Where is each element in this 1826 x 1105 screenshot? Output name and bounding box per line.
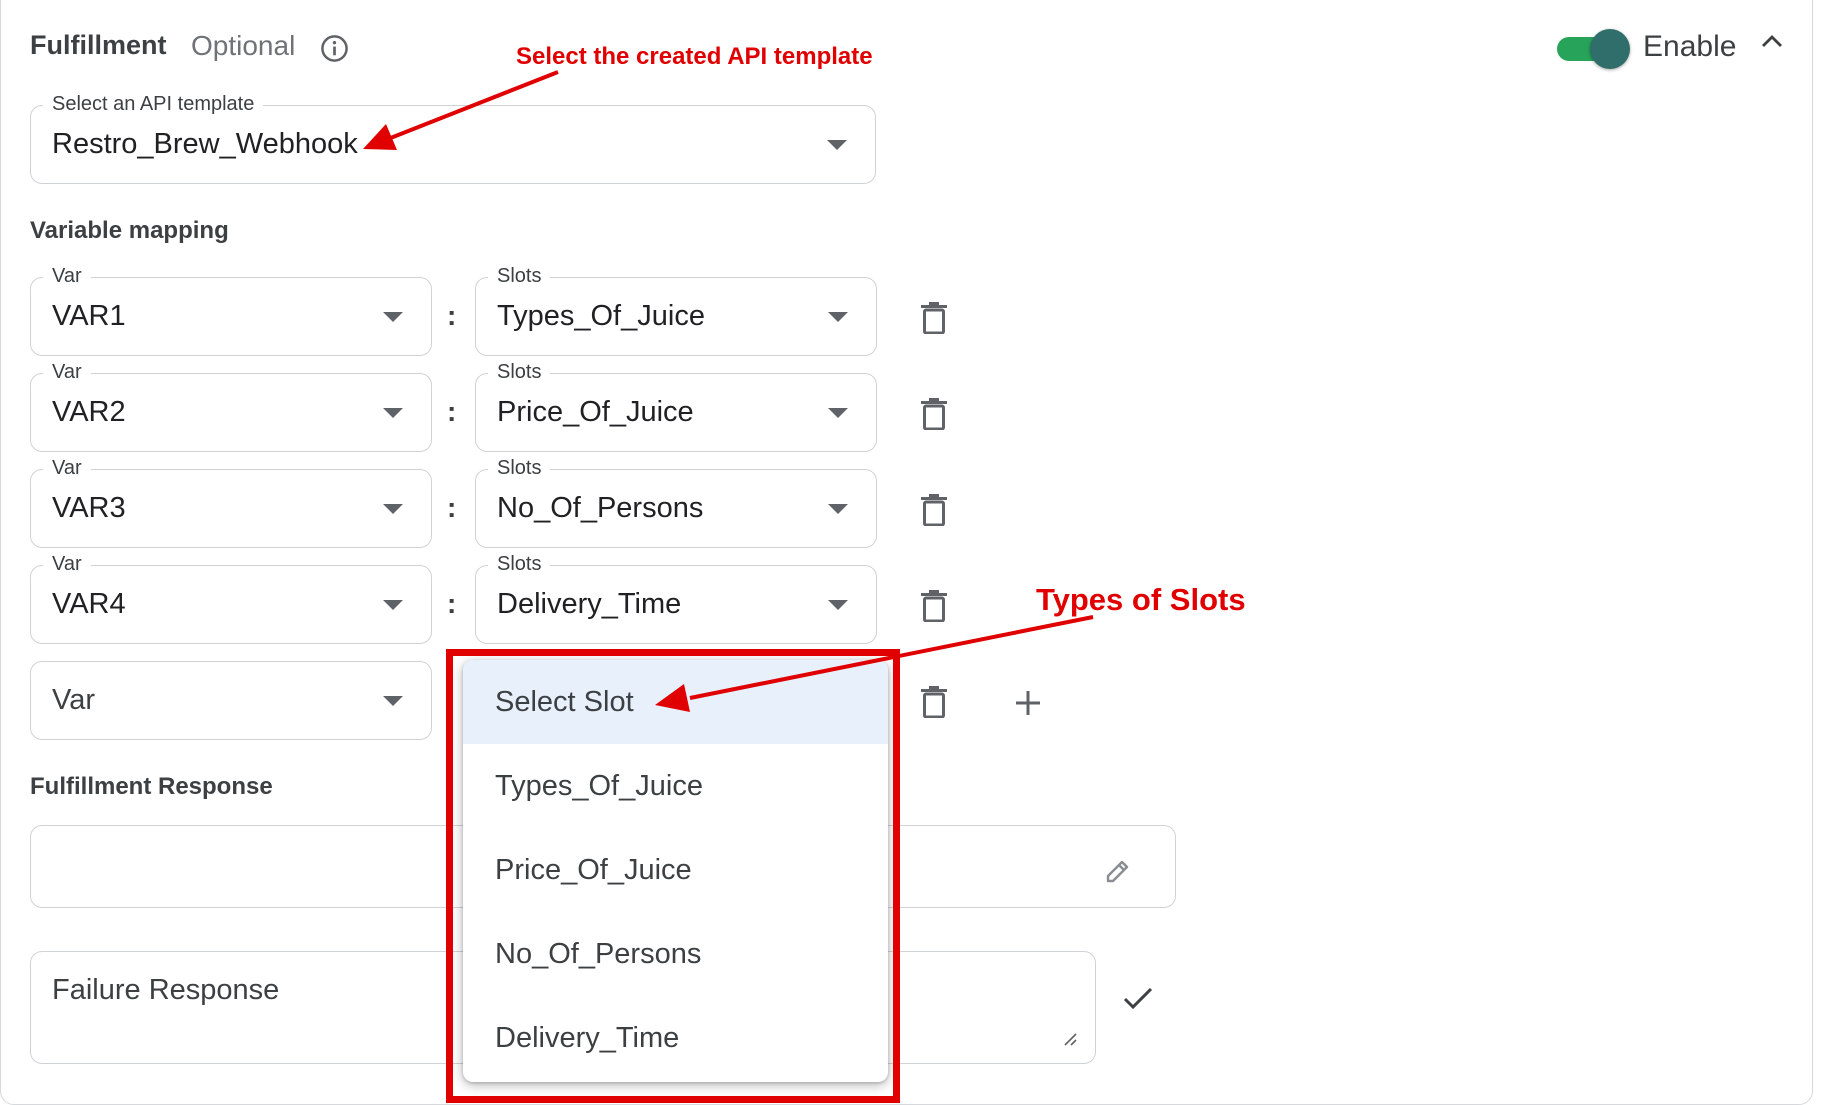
caret-down-icon xyxy=(383,503,403,514)
slot-select-2[interactable]: Slots Price_Of_Juice xyxy=(475,361,877,452)
fulfillment-response-title: Fulfillment Response xyxy=(30,773,273,800)
slot-value: Price_Of_Juice xyxy=(497,396,694,428)
resize-handle-icon[interactable] xyxy=(1062,1031,1078,1047)
edit-pencil-icon[interactable] xyxy=(1104,857,1132,885)
caret-down-icon xyxy=(383,695,403,706)
var-select-4[interactable]: Var VAR4 xyxy=(30,553,432,644)
caret-down-icon xyxy=(383,599,403,610)
trash-icon[interactable] xyxy=(921,686,947,718)
slot-option-price-of-juice[interactable]: Price_Of_Juice xyxy=(463,828,888,912)
slot-option-types-of-juice[interactable]: Types_Of_Juice xyxy=(463,744,888,828)
mapping-colon: : xyxy=(447,492,457,523)
var-select-new[interactable]: Var xyxy=(30,661,432,740)
var-value: VAR1 xyxy=(52,300,126,332)
var-value: VAR3 xyxy=(52,492,126,524)
var-value: VAR4 xyxy=(52,588,126,620)
slot-dropdown-menu: Select Slot Types_Of_Juice Price_Of_Juic… xyxy=(463,660,888,1082)
info-icon[interactable] xyxy=(320,34,349,63)
var-placeholder: Var xyxy=(52,684,95,716)
api-template-select[interactable]: Select an API template Restro_Brew_Webho… xyxy=(30,93,876,184)
mapping-colon: : xyxy=(447,588,457,619)
slot-option-select-slot[interactable]: Select Slot xyxy=(463,660,888,744)
mapping-colon: : xyxy=(447,396,457,427)
slot-select-1[interactable]: Slots Types_Of_Juice xyxy=(475,265,877,356)
enable-toggle[interactable] xyxy=(1557,29,1630,69)
section-title: Fulfillment xyxy=(30,30,167,60)
trash-icon[interactable] xyxy=(921,302,947,334)
slot-select-4[interactable]: Slots Delivery_Time xyxy=(475,553,877,644)
variable-mapping-title: Variable mapping xyxy=(30,217,229,244)
trash-icon[interactable] xyxy=(921,494,947,526)
caret-down-icon xyxy=(828,407,848,418)
slot-option-no-of-persons[interactable]: No_Of_Persons xyxy=(463,912,888,996)
annotation-api-template: Select the created API template xyxy=(516,43,873,70)
var-select-2[interactable]: Var VAR2 xyxy=(30,361,432,452)
api-template-value: Restro_Brew_Webhook xyxy=(52,128,358,160)
caret-down-icon xyxy=(828,503,848,514)
slot-value: Types_Of_Juice xyxy=(497,300,705,332)
add-mapping-icon[interactable] xyxy=(1015,690,1041,716)
var-select-3[interactable]: Var VAR3 xyxy=(30,457,432,548)
caret-down-icon xyxy=(383,407,403,418)
mapping-colon: : xyxy=(447,300,457,331)
caret-down-icon xyxy=(828,311,848,322)
var-value: VAR2 xyxy=(52,396,126,428)
annotation-types-of-slots: Types of Slots xyxy=(1036,582,1246,617)
slot-value: No_Of_Persons xyxy=(497,492,704,524)
var-select-1[interactable]: Var VAR1 xyxy=(30,265,432,356)
optional-label: Optional xyxy=(191,30,296,61)
trash-icon[interactable] xyxy=(921,590,947,622)
failure-response-placeholder: Failure Response xyxy=(52,974,280,1006)
slot-select-3[interactable]: Slots No_Of_Persons xyxy=(475,457,877,548)
trash-icon[interactable] xyxy=(921,398,947,430)
caret-down-icon xyxy=(827,139,847,150)
check-icon[interactable] xyxy=(1122,986,1154,1012)
slot-option-delivery-time[interactable]: Delivery_Time xyxy=(463,996,888,1080)
caret-down-icon xyxy=(383,311,403,322)
toggle-thumb xyxy=(1590,29,1630,69)
enable-label: Enable xyxy=(1643,30,1737,63)
caret-down-icon xyxy=(828,599,848,610)
chevron-up-icon[interactable] xyxy=(1760,30,1784,54)
slot-value: Delivery_Time xyxy=(497,588,682,620)
